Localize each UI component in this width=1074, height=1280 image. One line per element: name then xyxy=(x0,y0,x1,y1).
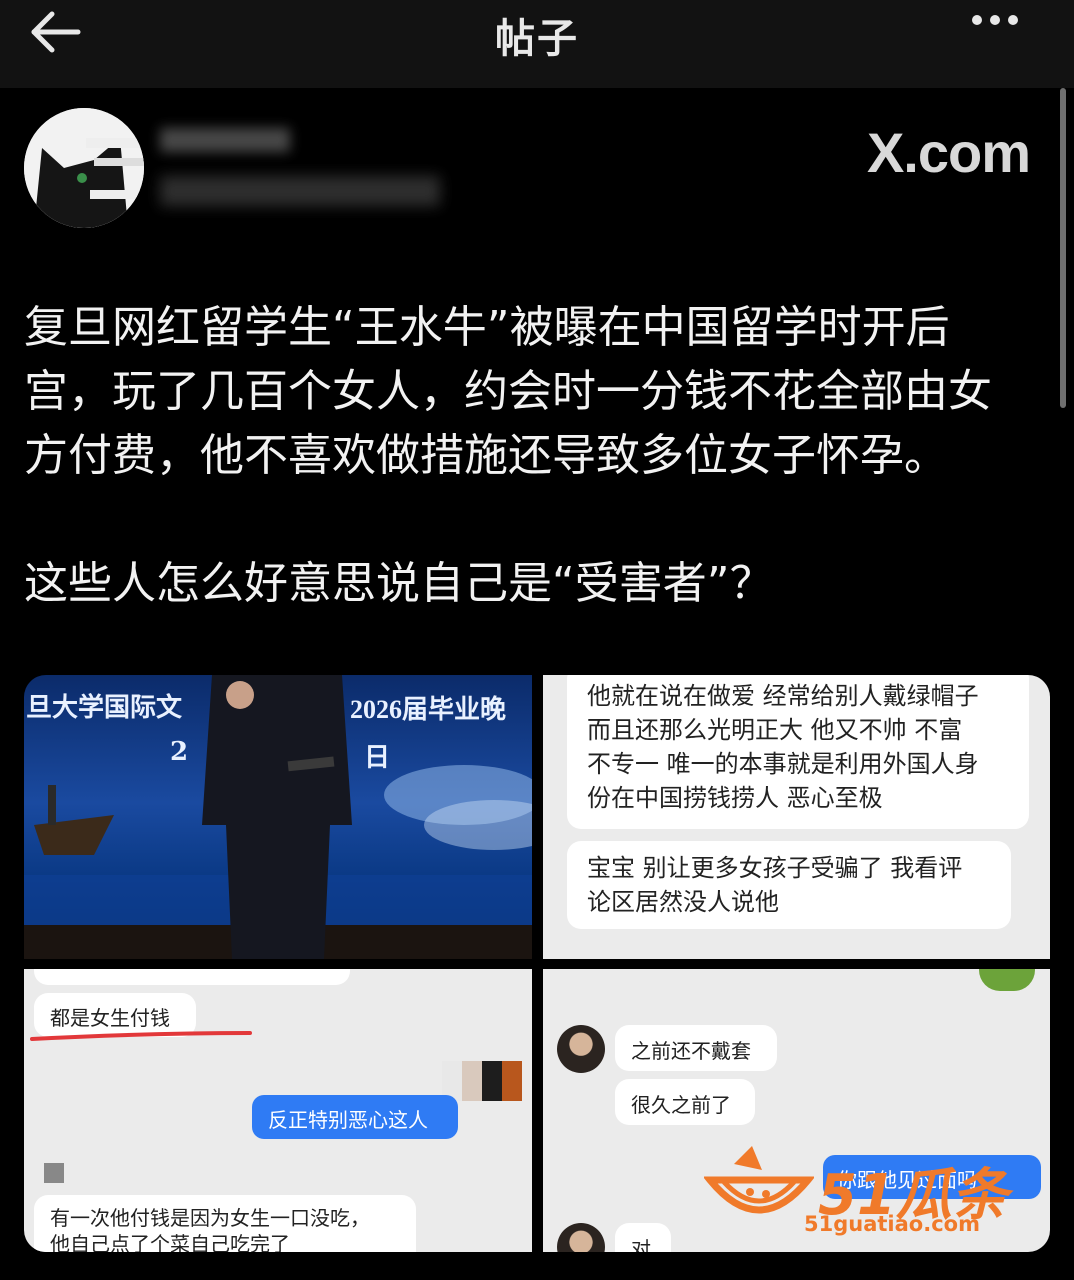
chat-bubble: 之前还不戴套 xyxy=(615,1025,777,1071)
contact-avatar xyxy=(557,1223,605,1252)
image-banner-photo[interactable]: 旦大学国际文 2026届毕业晚 2 日 xyxy=(24,675,532,959)
more-button[interactable] xyxy=(972,10,1028,46)
pixelated-avatar xyxy=(442,1061,522,1101)
chat-bubble: 有一次他付钱是因为女生一口没吃， 他自己点了个菜自己吃完了 xyxy=(34,1195,416,1252)
chat-bubble: 宝宝 别让更多女孩子受骗了 我看评 论区居然没人说他 xyxy=(567,841,1011,929)
post-text-line-2: 宫，玩了几百个女人，约会时一分钱不花全部由女 xyxy=(24,366,992,417)
chat-line: 而且还那么光明正大 他又不帅 不富 xyxy=(587,716,963,744)
chat-text: 之前还不戴套 xyxy=(631,1039,751,1063)
image-chat-screenshot-1[interactable]: 他就在说在做爱 经常给别人戴绿帽子 而且还那么光明正大 他又不帅 不富 不专一 … xyxy=(543,675,1050,959)
chat-line: 不专一 唯一的本事就是利用外国人身 xyxy=(587,750,979,778)
chat-bubble: 他就在说在做爱 经常给别人戴绿帽子 而且还那么光明正大 他又不帅 不富 不专一 … xyxy=(567,675,1029,829)
chat-line: 宝宝 别让更多女孩子受骗了 我看评 xyxy=(587,854,963,882)
chat-line: 他自己点了个菜自己吃完了 xyxy=(50,1232,290,1252)
banner-text-partial-1: 2 xyxy=(170,737,189,767)
chat-bubble-blue: 反正特别恶心这人 xyxy=(252,1095,458,1139)
speaker-figure xyxy=(202,675,352,959)
avatar[interactable] xyxy=(24,108,144,228)
chat-text: 他就在说在做爱 经常给别人戴绿帽子 而且还那么光明正大 他又不帅 不富 不专一 … xyxy=(587,679,979,815)
chat-line: 有一次他付钱是因为女生一口没吃， xyxy=(50,1206,370,1230)
chat-line: 份在中国捞钱捞人 恶心至极 xyxy=(587,784,883,812)
chat-bubble: 很久之前了 xyxy=(615,1079,755,1125)
green-avatar-cut xyxy=(979,969,1035,991)
source-label: X.com xyxy=(866,121,1031,184)
watermelon-logo-icon xyxy=(704,1146,814,1214)
page-title: 帖子 xyxy=(495,16,579,62)
chat-line: 论区居然没人说他 xyxy=(587,888,779,916)
top-bar: 帖子 xyxy=(0,0,1074,88)
blurred-handle xyxy=(160,176,440,206)
contact-avatar xyxy=(557,1025,605,1073)
chat-text: 反正特别恶心这人 xyxy=(268,1108,428,1132)
more-dots-icon xyxy=(972,15,982,25)
chat-bubble: 对 xyxy=(615,1223,671,1252)
small-avatar-placeholder xyxy=(44,1163,64,1183)
chat-text: 对 xyxy=(631,1237,651,1252)
red-underline xyxy=(30,1031,252,1041)
banner-text-partial-2: 日 xyxy=(364,743,391,773)
more-dot xyxy=(990,15,1000,25)
banner-text-left: 旦大学国际文 xyxy=(26,693,183,723)
post-text-line-1: 复旦网红留学生“王水牛”被曝在中国留学时开后 xyxy=(24,302,950,353)
blurred-username xyxy=(160,128,290,152)
scrollbar[interactable] xyxy=(1060,88,1066,408)
cat-avatar-icon xyxy=(24,108,144,228)
post-text-line-3: 方付费，他不喜欢做措施还导致多位女子怀孕。 xyxy=(24,430,948,481)
chat-bubble-cut xyxy=(34,969,350,985)
post-text-line-4: 这些人怎么好意思说自己是“受害者”？ xyxy=(24,558,774,609)
watermark-url: 51guatiao.com xyxy=(804,1212,980,1236)
more-dot xyxy=(1008,15,1018,25)
chat-line: 他就在说在做爱 经常给别人戴绿帽子 xyxy=(587,682,979,710)
image-chat-screenshot-2[interactable]: 都是女生付钱 反正特别恶心这人 有一次他付钱是因为女生一口没吃， 他自己点了个菜… xyxy=(24,969,532,1252)
banner-text-right: 2026届毕业晚 xyxy=(350,695,507,724)
chat-text: 有一次他付钱是因为女生一口没吃， 他自己点了个菜自己吃完了 xyxy=(50,1205,370,1252)
chat-text: 宝宝 别让更多女孩子受骗了 我看评 论区居然没人说他 xyxy=(587,851,962,919)
chat-text: 很久之前了 xyxy=(631,1093,731,1117)
